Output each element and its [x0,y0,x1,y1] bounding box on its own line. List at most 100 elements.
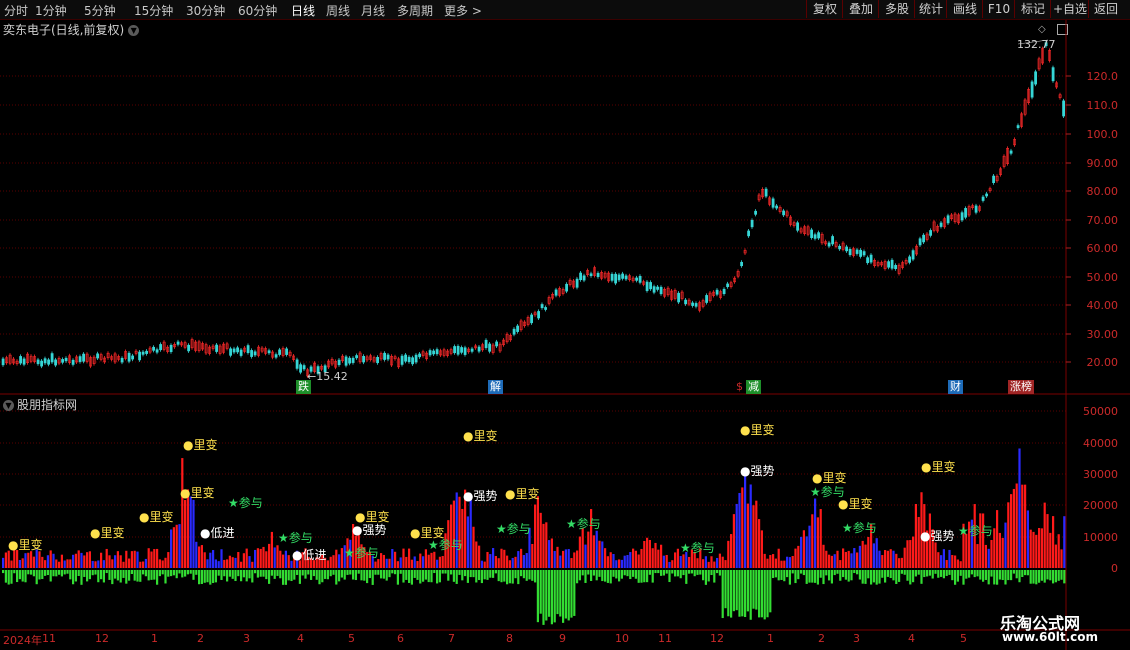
volume-bar [937,552,940,568]
candle-body [96,353,100,359]
volume-bar [256,548,259,568]
signal-label: ●里变 [8,537,42,552]
candle-body [624,275,628,280]
volume-bar [648,539,651,568]
volume-bar [203,552,206,568]
negative-bar [534,570,537,583]
signal-label: ★参与 [810,484,845,499]
negative-bar [332,570,335,575]
negative-bar [744,570,747,618]
signal-label: ★参与 [278,530,313,545]
negative-bar [601,570,604,582]
event-tag[interactable]: 解 [488,380,503,394]
volume-bar [335,549,338,568]
kline-chart[interactable]: ●里变●里变●里变●里变●里变●里变●里变●里变●里变●里变●里变●里变●里变★… [0,0,1130,650]
negative-bar [408,570,411,583]
volume-bar [21,558,24,568]
negative-bar [752,570,755,609]
volume-bar [573,552,576,568]
negative-bar [909,570,912,585]
event-tag[interactable]: 跌 [296,380,311,394]
volume-bar [945,560,948,568]
candle-body [946,215,950,224]
negative-bar [934,570,937,574]
negative-bar [7,570,10,585]
signal-label: ●里变 [505,486,539,501]
negative-bar [35,570,38,585]
negative-bar [66,570,69,574]
volume-bar [74,553,77,568]
negative-bar [906,570,909,581]
negative-bar [444,570,447,574]
negative-bar [475,570,478,583]
negative-bar [270,570,273,576]
negative-bar [858,570,861,580]
negative-bar [704,570,707,585]
negative-bar [892,570,895,581]
volume-bar [710,556,713,568]
negative-bar [884,570,887,583]
event-tag[interactable]: 涨榜 [1008,380,1034,394]
candle-body [344,356,348,366]
chevron-down-icon[interactable]: ▼ [3,400,14,411]
negative-bar [245,570,248,582]
negative-bar [867,570,870,579]
volume-bar [38,551,41,568]
negative-bar [318,570,321,585]
volume-bar [797,545,800,568]
negative-bar [634,570,637,579]
candle-body [775,205,779,209]
volume-bar [130,551,133,568]
volume-bar [623,555,626,568]
volume-bar [704,556,707,568]
signal-label: ★参与 [958,523,993,538]
volume-bar [783,560,786,568]
volume-axis-label: 20000 [1083,499,1118,512]
negative-bar [581,570,584,576]
negative-bar [237,570,240,577]
negative-bar [769,570,772,613]
candle-body [36,359,40,365]
volume-bar [662,555,665,568]
signal-label: ●里变 [355,509,389,524]
volume-bar [486,551,489,568]
candle-body [64,357,68,362]
volume-bar [909,540,912,568]
volume-axis-label: 30000 [1083,468,1118,481]
candle-body [54,359,58,366]
negative-bar [615,570,618,579]
candle-body [460,347,464,353]
volume-bar [150,551,153,568]
negative-bar [186,570,189,575]
volume-bar [822,544,825,568]
date-axis-label: 11 [658,632,672,645]
candle-body [890,259,894,269]
candle-body [530,314,534,324]
negative-bar [842,570,845,578]
signal-label: ●里变 [139,509,173,524]
event-tag[interactable]: 减 [746,380,761,394]
volume-bar [674,552,677,568]
event-tag[interactable]: $ [734,380,745,394]
negative-bar [917,570,920,575]
negative-bar [732,570,735,612]
volume-bar [450,504,453,568]
candle-body [575,278,579,288]
negative-bar [730,570,733,618]
volume-bar [1015,483,1018,568]
negative-bar [116,570,119,581]
negative-bar [212,570,215,584]
negative-bar [576,570,579,584]
volume-bar [548,540,551,568]
negative-bar [382,570,385,579]
candle-body [796,222,800,231]
negative-bar [363,570,366,581]
candle-body [960,212,964,221]
negative-bar [786,570,789,578]
volume-bar [1054,544,1057,568]
event-tag[interactable]: 财 [948,380,963,394]
negative-bar [223,570,226,577]
negative-bar [562,570,565,623]
candle-body [866,257,870,264]
candle-body [120,357,124,363]
